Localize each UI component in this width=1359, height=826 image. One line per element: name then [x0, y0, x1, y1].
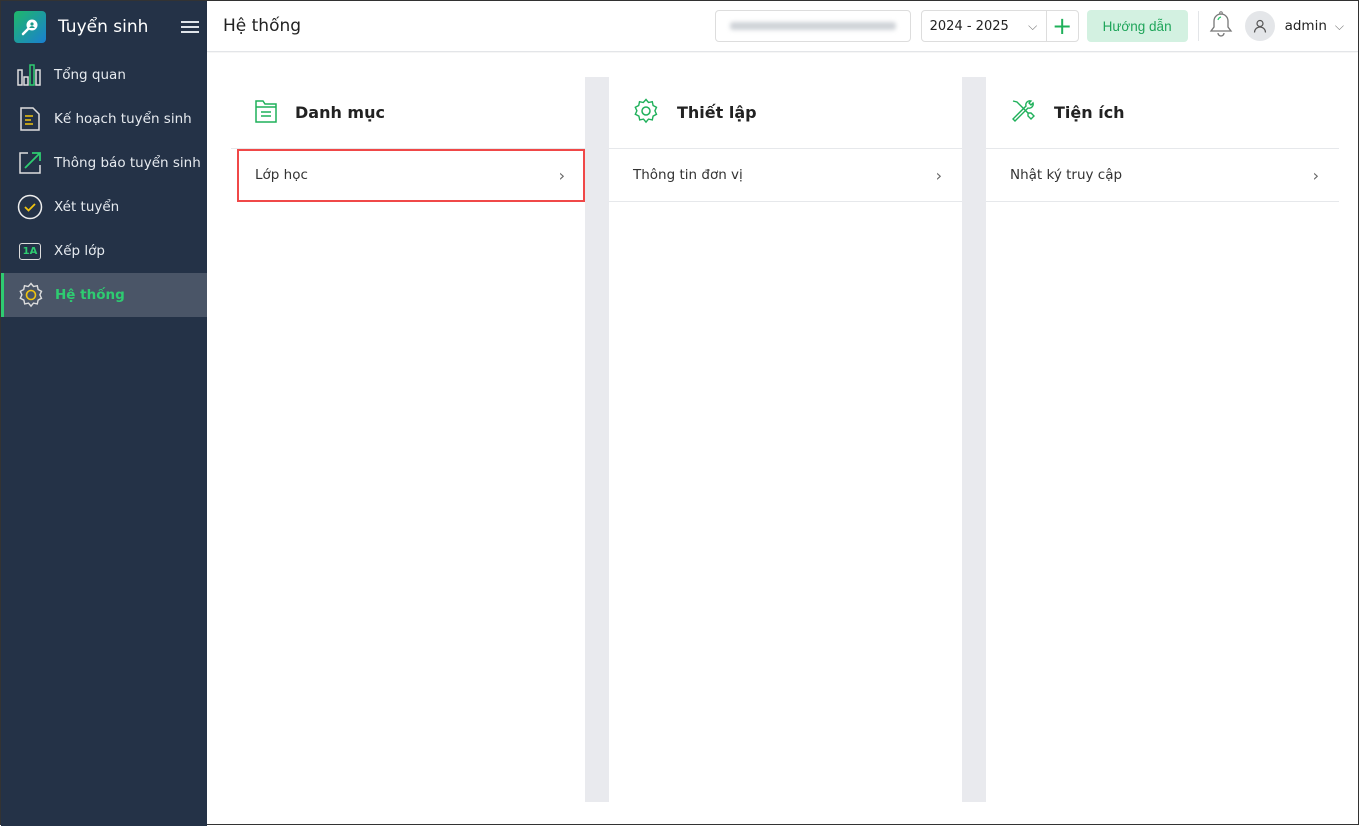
- external-arrow-icon: [17, 150, 43, 176]
- sidebar-item-tong-quan[interactable]: Tổng quan: [1, 53, 207, 97]
- school-selector[interactable]: [714, 10, 911, 42]
- column-divider: [585, 77, 609, 802]
- list-item-label: Lớp học: [255, 167, 308, 183]
- sidebar-item-he-thong[interactable]: Hệ thống: [1, 273, 207, 317]
- sidebar-item-thong-bao[interactable]: Thông báo tuyển sinh: [1, 141, 207, 185]
- sidebar-item-label: Hệ thống: [55, 287, 125, 303]
- chevron-right-icon: ›: [1312, 165, 1319, 185]
- card-title: Thiết lập: [677, 103, 757, 122]
- card-header: Danh mục: [231, 77, 585, 149]
- tools-icon: [1010, 98, 1036, 128]
- brand-name: Tuyển sinh: [58, 17, 149, 37]
- class-badge: 1A: [18, 242, 42, 260]
- card-thiet-lap: Thiết lập Thông tin đơn vị ›: [609, 77, 962, 802]
- search-user-logo-icon: [14, 11, 46, 43]
- sidebar: Tuyển sinh Tổng quan Kế hoạch tuyển sinh…: [1, 1, 207, 826]
- folder-document-icon: [255, 99, 277, 127]
- sidebar-item-label: Kế hoạch tuyển sinh: [54, 111, 192, 127]
- list-item-nhat-ky-truy-cap[interactable]: Nhật ký truy cập ›: [986, 149, 1339, 202]
- main-content: Danh mục Lớp học › Thiết lập Thông tin đơ…: [207, 53, 1358, 824]
- user-name[interactable]: admin: [1285, 18, 1327, 34]
- top-header: Hệ thống 2024 - 2025 ⌵ + Hướng dẫn admin…: [207, 1, 1358, 52]
- check-circle-icon: [17, 194, 43, 220]
- sidebar-item-label: Xét tuyển: [54, 199, 120, 215]
- school-year-value: 2024 - 2025: [929, 18, 1009, 34]
- list-item-label: Nhật ký truy cập: [1010, 167, 1123, 183]
- divider: [1197, 11, 1199, 41]
- sidebar-item-label: Tổng quan: [54, 67, 126, 83]
- page-title: Hệ thống: [223, 16, 302, 36]
- brand: Tuyển sinh: [1, 1, 207, 53]
- add-year-button[interactable]: +: [1045, 11, 1078, 41]
- document-icon: [17, 106, 43, 132]
- sidebar-item-label: Thông báo tuyển sinh: [54, 155, 201, 171]
- sidebar-item-xet-tuyen[interactable]: Xét tuyển: [1, 185, 207, 229]
- card-tien-ich: Tiện ích Nhật ký truy cập ›: [986, 77, 1339, 802]
- list-item-thong-tin-don-vi[interactable]: Thông tin đơn vị ›: [609, 149, 962, 202]
- card-danh-muc: Danh mục Lớp học ›: [231, 77, 585, 802]
- class-badge-icon: 1A: [17, 238, 43, 264]
- list-item-label: Thông tin đơn vị: [633, 167, 743, 183]
- sidebar-item-label: Xếp lớp: [54, 243, 105, 259]
- card-header: Thiết lập: [609, 77, 962, 149]
- chevron-down-icon[interactable]: ⌵: [1020, 19, 1046, 34]
- menu-toggle-icon[interactable]: [181, 18, 199, 36]
- chevron-right-icon: ›: [558, 165, 565, 185]
- blurred-school-name: [729, 22, 896, 30]
- card-title: Tiện ích: [1054, 103, 1125, 122]
- guide-button[interactable]: Hướng dẫn: [1086, 10, 1188, 42]
- avatar[interactable]: [1244, 11, 1275, 41]
- sidebar-item-xep-lop[interactable]: 1A Xếp lớp: [1, 229, 207, 273]
- school-year-select[interactable]: 2024 - 2025 ⌵ +: [920, 10, 1079, 42]
- bell-icon[interactable]: [1209, 11, 1237, 41]
- list-item-lop-hoc[interactable]: Lớp học ›: [237, 149, 585, 202]
- gear-icon: [633, 97, 659, 128]
- card-title: Danh mục: [295, 103, 385, 122]
- card-header: Tiện ích: [986, 77, 1339, 149]
- sidebar-item-ke-hoach[interactable]: Kế hoạch tuyển sinh: [1, 97, 207, 141]
- chevron-down-icon[interactable]: ⌵: [1335, 19, 1344, 34]
- gear-icon: [18, 282, 44, 308]
- bar-chart-icon: [17, 62, 43, 88]
- chevron-right-icon: ›: [935, 165, 942, 185]
- column-divider: [962, 77, 986, 802]
